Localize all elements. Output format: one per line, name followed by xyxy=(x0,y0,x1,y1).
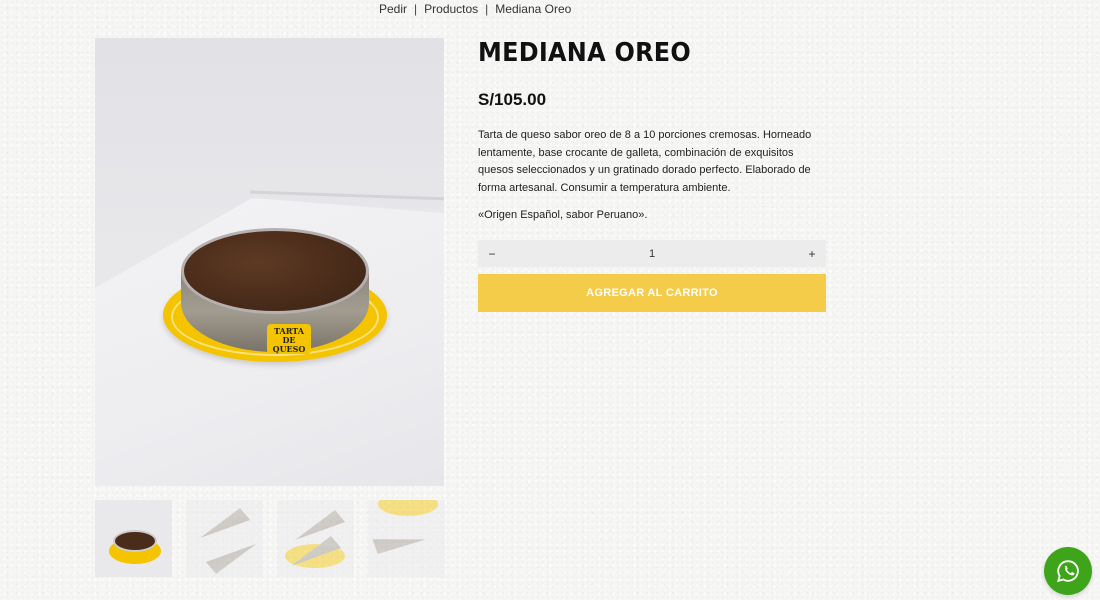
product-description: Tarta de queso sabor oreo de 8 a 10 porc… xyxy=(478,129,812,194)
breadcrumb-link-productos[interactable]: Productos xyxy=(424,2,478,16)
thumbnail-slice xyxy=(295,510,345,540)
whatsapp-icon xyxy=(1057,560,1079,583)
cake-illustration: TARTA DE QUESO xyxy=(161,228,389,368)
quantity-stepper: − + xyxy=(478,240,826,267)
image-table-edge xyxy=(250,190,444,201)
cake-brand-label: TARTA DE QUESO xyxy=(267,324,311,354)
whatsapp-button[interactable] xyxy=(1044,547,1092,595)
product-main-image[interactable]: TARTA DE QUESO xyxy=(95,38,444,486)
thumbnail-gallery xyxy=(95,500,445,577)
thumbnail-3[interactable] xyxy=(277,500,354,577)
thumbnail-cake xyxy=(113,530,157,552)
thumbnail-slice xyxy=(368,522,425,567)
breadcrumb-separator: | xyxy=(485,2,489,16)
thumbnail-slice xyxy=(200,508,250,538)
breadcrumb: Pedir | Productos | Mediana Oreo xyxy=(379,2,571,16)
cake-top xyxy=(181,228,369,314)
breadcrumb-separator: | xyxy=(414,2,418,16)
thumbnail-plate xyxy=(378,500,438,516)
breadcrumb-current: Mediana Oreo xyxy=(495,2,572,16)
quantity-decrease-button[interactable]: − xyxy=(478,240,506,267)
thumbnail-4[interactable] xyxy=(368,500,445,577)
product-price: S/105.00 xyxy=(478,90,547,109)
breadcrumb-link-pedir[interactable]: Pedir xyxy=(379,2,407,16)
quantity-input[interactable] xyxy=(620,246,684,261)
product-title: MEDIANA OREO xyxy=(478,38,692,68)
quantity-increase-button[interactable]: + xyxy=(798,240,826,267)
thumbnail-1[interactable] xyxy=(95,500,172,577)
thumbnail-slice xyxy=(206,544,256,574)
add-to-cart-button[interactable]: AGREGAR AL CARRITO xyxy=(478,274,826,312)
product-tagline: «Origen Español, sabor Peruano». xyxy=(478,209,648,221)
thumbnail-2[interactable] xyxy=(186,500,263,577)
